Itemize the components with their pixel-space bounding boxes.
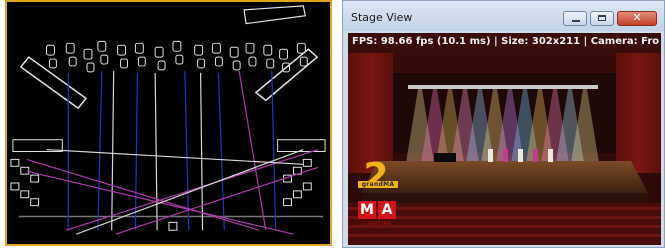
wire-fixture [117, 44, 127, 56]
wire-beam [115, 166, 319, 235]
performer [518, 149, 523, 162]
wire-fixture [211, 42, 221, 54]
window-title-bar[interactable]: Stage View ✕ [343, 1, 664, 31]
wire-fixture [245, 42, 255, 54]
wire-fixture [194, 44, 204, 56]
wire-fixture [279, 48, 289, 60]
wire-fixture [100, 54, 109, 65]
ma-logo-tagline: LIGHTING [364, 221, 392, 226]
wire-beam [46, 148, 304, 165]
wire-fixture [46, 44, 55, 56]
wire-fixture [86, 62, 95, 73]
wire-fixture [154, 46, 164, 58]
wire-beam [217, 72, 225, 231]
wire-beam [75, 149, 304, 235]
wire-fixture [65, 42, 75, 54]
wireframe-fixtures [10, 5, 326, 231]
performer [503, 149, 508, 162]
maximize-button[interactable] [590, 11, 614, 26]
wire-beam [154, 72, 158, 231]
close-button[interactable]: ✕ [617, 11, 657, 26]
wire-center-marker [168, 221, 178, 231]
window-title: Stage View [351, 11, 413, 24]
wire-fixture [214, 56, 223, 67]
wire-seat [302, 182, 312, 191]
left-curtain [348, 53, 393, 173]
wire-truss-top [243, 5, 307, 25]
close-icon: ✕ [632, 11, 642, 24]
wire-fixture [137, 56, 146, 67]
maximize-icon [598, 15, 606, 21]
wire-fixture [299, 56, 308, 67]
wire-fixture [248, 56, 257, 67]
stage-view-window: Stage View ✕ FPS: 98.66 fps (10.1 ms) | … [342, 0, 665, 248]
performer [533, 149, 538, 162]
minimize-button[interactable] [563, 11, 587, 26]
lighting-truss [408, 85, 598, 89]
logo-digit: 2 [363, 156, 389, 197]
wire-seat [10, 182, 20, 191]
wire-beam [184, 70, 190, 231]
wire-fixture [120, 58, 129, 69]
wire-truss-right [254, 48, 319, 102]
wire-fixture [175, 54, 184, 65]
performer [548, 149, 553, 162]
wire-beam [271, 70, 277, 231]
grand-piano [434, 153, 456, 162]
wire-fixture [157, 60, 166, 71]
wire-fixture [134, 42, 144, 54]
wire-fixture [232, 60, 241, 71]
wire-seat [10, 158, 20, 167]
wire-fixture [197, 58, 206, 69]
wire-fixture [266, 58, 275, 69]
wire-seat [283, 198, 292, 207]
wire-beam [134, 72, 138, 231]
wire-fixture [172, 40, 182, 52]
wire-fixture [83, 48, 93, 60]
wire-beam [111, 70, 115, 231]
ma-logo-m: M [358, 201, 376, 219]
wire-seat [30, 198, 40, 207]
performer [488, 149, 493, 162]
ma-logo-a: A [378, 201, 396, 219]
wire-beam [26, 158, 260, 231]
grandma2-logo: 2 grandMA M A LIGHTING [358, 157, 408, 241]
status-line: FPS: 98.66 fps (10.1 ms) | Size: 302x211… [352, 36, 660, 47]
wire-beam [97, 70, 103, 231]
wire-seat [30, 174, 40, 183]
wire-seat [292, 190, 302, 199]
wire-fixture [48, 58, 57, 69]
wire-fixture [97, 40, 107, 52]
wire-fixture [296, 42, 306, 54]
right-curtain [616, 53, 661, 173]
wireframe-scene [10, 5, 326, 235]
wire-seat [20, 190, 30, 199]
wire-fixture [68, 56, 77, 67]
logo-word: grandMA [358, 181, 398, 188]
wireframe-viewport[interactable] [5, 0, 332, 246]
wire-seat [20, 166, 30, 175]
wire-fixture [229, 46, 239, 58]
wire-fixture [263, 44, 273, 56]
wireframe-beams [26, 70, 319, 235]
wire-seat [302, 158, 312, 167]
stage-3d-viewport[interactable]: FPS: 98.66 fps (10.1 ms) | Size: 302x211… [348, 33, 661, 245]
wire-beam [238, 70, 267, 231]
minimize-icon [572, 20, 580, 22]
